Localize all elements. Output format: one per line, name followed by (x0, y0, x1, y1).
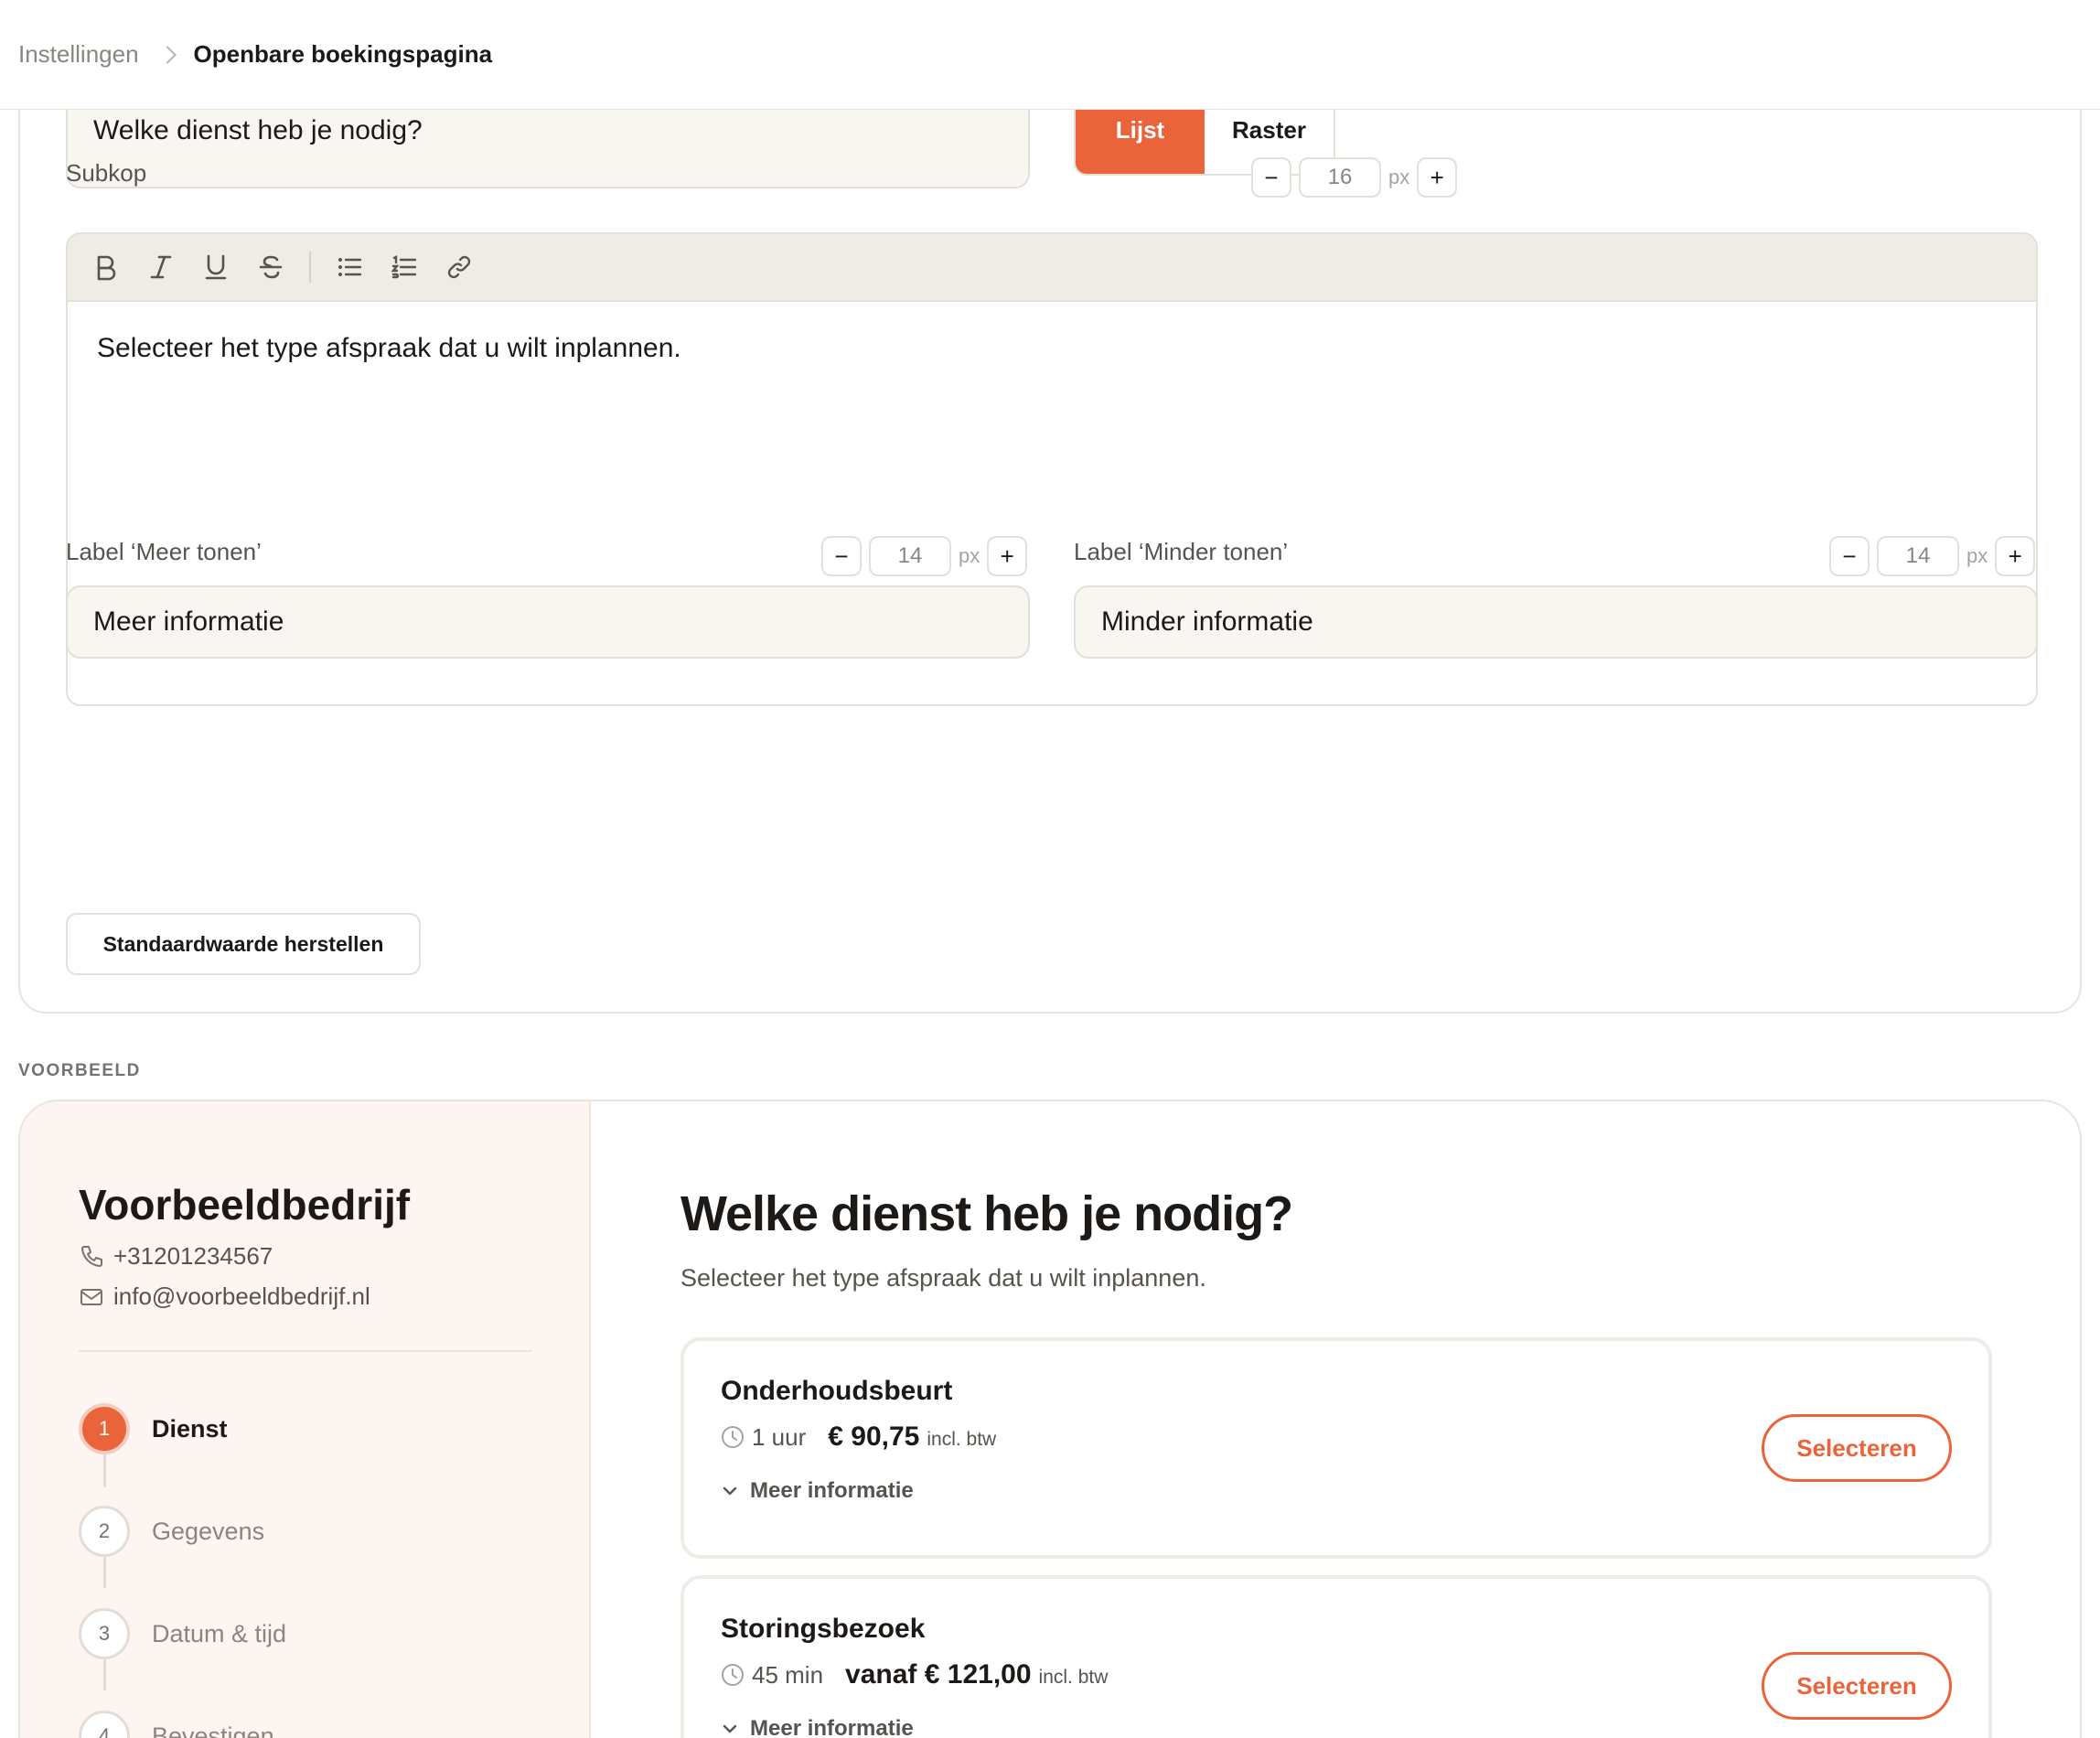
phone-number[interactable]: +31201234567 (113, 1242, 273, 1271)
service-meta: 1 uur € 90,75 incl. btw (721, 1422, 996, 1453)
service-card: Onderhoudsbeurt 1 uur € 90,75 incl. btw … (680, 1337, 1992, 1559)
numbered-list-icon[interactable] (386, 249, 423, 285)
font-size-input[interactable]: 14 (869, 536, 951, 576)
step-label: Datum & tijd (152, 1619, 287, 1647)
service-meta: 45 min vanaf € 121,00 incl. btw (721, 1659, 1108, 1690)
increase-button[interactable]: + (1995, 536, 2036, 576)
phone-icon (81, 1245, 102, 1267)
preview-title: Welke dienst heb je nodig? (680, 1186, 1293, 1241)
editor-content[interactable]: Selecteer het type afspraak dat u wilt i… (68, 302, 2036, 395)
decrease-button[interactable]: − (821, 536, 862, 576)
font-size-input[interactable]: 14 (1877, 536, 1959, 576)
select-service-button[interactable]: Selecteren (1762, 1652, 1952, 1720)
decrease-button[interactable]: − (1829, 536, 1870, 576)
step-gegevens: 2 Gegevens (79, 1506, 264, 1557)
email-row: info@voorbeeldbedrijf.nl (79, 1282, 370, 1311)
step-number: 1 (79, 1403, 130, 1454)
service-duration: 1 uur (752, 1423, 807, 1451)
clock-icon (722, 1664, 744, 1686)
more-info-toggle[interactable]: Meer informatie (721, 1478, 914, 1504)
more-label-input[interactable]: Meer informatie (66, 585, 1030, 659)
step-label: Dienst (152, 1414, 228, 1443)
less-label-size-stepper: − 14 px + (1829, 536, 2036, 576)
more-info-toggle[interactable]: Meer informatie (721, 1716, 914, 1738)
service-price: vanaf € 121,00 (845, 1659, 1032, 1690)
service-duration: 45 min (752, 1661, 824, 1689)
select-service-button[interactable]: Selecteren (1762, 1414, 1952, 1482)
decrease-button[interactable]: − (1251, 157, 1291, 198)
reset-defaults-button[interactable]: Standaardwaarde herstellen (66, 913, 421, 975)
step-label: Gegevens (152, 1517, 265, 1545)
toolbar-divider (309, 252, 311, 283)
title-input-value: Welke dienst heb je nodig? (93, 115, 423, 145)
chevron-down-icon (723, 1724, 737, 1733)
increase-button[interactable]: + (1417, 157, 1458, 198)
font-size-input[interactable]: 16 (1299, 157, 1381, 198)
step-datum-tijd: 3 Datum & tijd (79, 1608, 286, 1659)
italic-icon[interactable] (143, 249, 179, 285)
sidebar-divider (79, 1350, 532, 1352)
increase-button[interactable]: + (987, 536, 1028, 576)
service-tax-note: incl. btw (927, 1429, 997, 1450)
underline-icon[interactable] (198, 249, 234, 285)
mail-icon (80, 1288, 102, 1305)
step-number: 4 (79, 1711, 130, 1738)
step-label: Bevestigen (152, 1722, 274, 1738)
preview-section-label: VOORBEELD (18, 1061, 141, 1080)
unit-label: px (959, 544, 980, 567)
service-price: € 90,75 (828, 1422, 920, 1452)
step-bevestigen: 4 Bevestigen (79, 1711, 274, 1738)
subtitle-label: Subkop (66, 159, 147, 187)
editor-toolbar (68, 234, 2036, 302)
phone-row: +31201234567 (79, 1242, 273, 1271)
bold-icon[interactable] (88, 249, 124, 285)
clock-icon (722, 1426, 744, 1448)
more-label-title: Label ‘Meer tonen’ (66, 538, 262, 565)
subtitle-size-stepper: − 16 px + (1251, 157, 1458, 198)
breadcrumb-current: Openbare boekingspagina (193, 40, 493, 68)
chevron-down-icon (723, 1486, 737, 1496)
company-name: Voorbeeldbedrijf (79, 1181, 411, 1228)
booking-preview: Voorbeeldbedrijf +31201234567 info@voorb… (18, 1100, 2082, 1738)
more-info-label: Meer informatie (750, 1716, 914, 1738)
email-address[interactable]: info@voorbeeldbedrijf.nl (113, 1282, 370, 1311)
unit-label: px (1966, 544, 1988, 567)
less-label-title: Label ‘Minder tonen’ (1074, 538, 1289, 565)
strikethrough-icon[interactable] (252, 249, 289, 285)
preview-sidebar: Voorbeeldbedrijf +31201234567 info@voorb… (20, 1101, 591, 1738)
service-card: Storingsbezoek 45 min vanaf € 121,00 inc… (680, 1575, 1992, 1738)
link-icon[interactable] (441, 249, 477, 285)
top-bar: Instellingen Openbare boekingspagina (0, 0, 2100, 110)
step-number: 3 (79, 1608, 130, 1659)
service-name: Onderhoudsbeurt (721, 1376, 953, 1406)
step-number: 2 (79, 1506, 130, 1557)
service-name: Storingsbezoek (721, 1614, 926, 1644)
bullet-list-icon[interactable] (331, 249, 368, 285)
chevron-right-icon (157, 45, 177, 64)
less-label-input[interactable]: Minder informatie (1074, 585, 2038, 659)
service-tax-note: incl. btw (1038, 1667, 1109, 1688)
step-dienst: 1 Dienst (79, 1403, 228, 1454)
more-info-label: Meer informatie (750, 1478, 914, 1503)
preview-subtitle: Selecteer het type afspraak dat u wilt i… (680, 1264, 1206, 1292)
settings-card: Welke dienst heb je nodig? Lijst Raster … (18, 37, 2082, 1014)
unit-label: px (1388, 166, 1410, 188)
breadcrumb-settings-link[interactable]: Instellingen (18, 40, 139, 69)
more-label-size-stepper: − 14 px + (821, 536, 1028, 576)
